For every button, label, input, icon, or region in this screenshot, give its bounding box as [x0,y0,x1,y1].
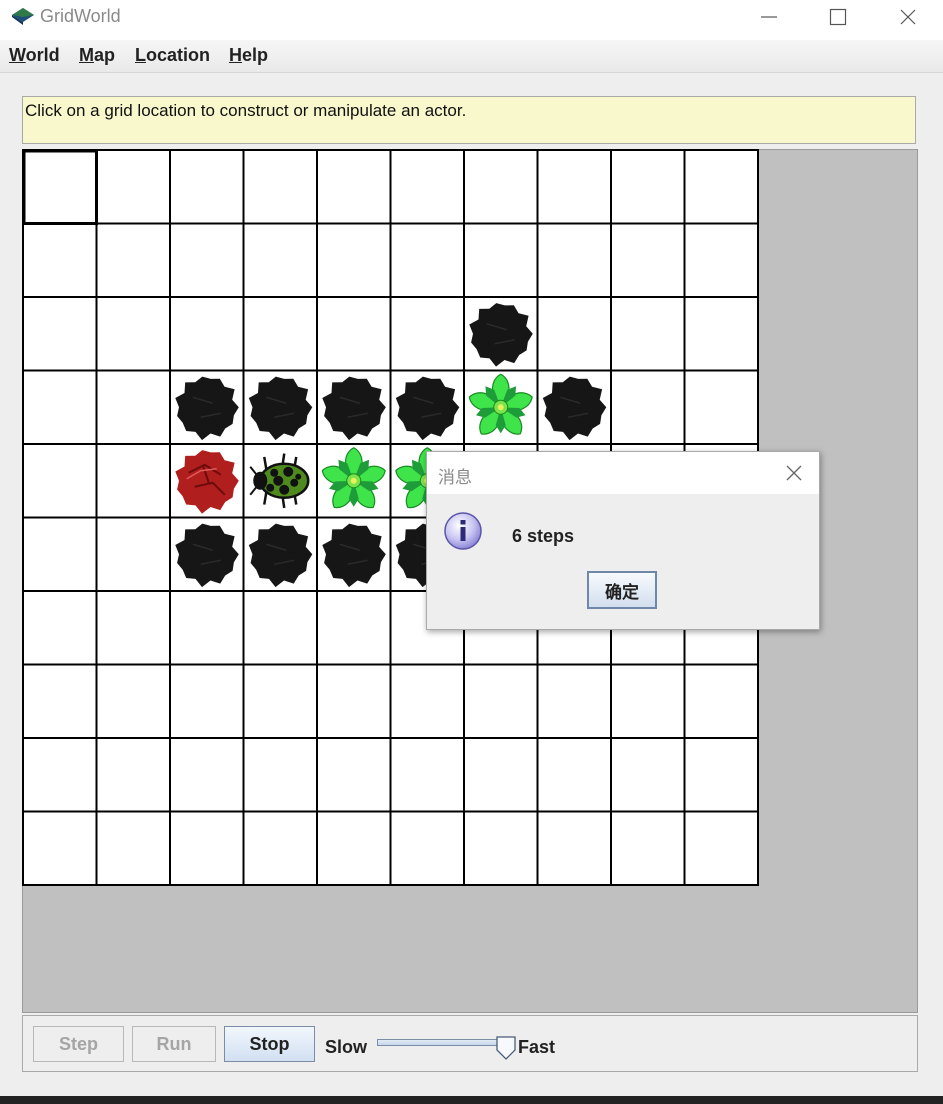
menu-world[interactable]: World [9,45,60,66]
message-bar: Click on a grid location to construct or… [22,96,916,144]
control-panel: Step Run Stop Slow Fast [22,1015,918,1072]
maximize-icon [829,8,847,26]
message-text: Click on a grid location to construct or… [25,101,467,120]
close-icon [900,9,916,25]
dialog-title-bar: 消息 [427,452,819,494]
menu-map[interactable]: Map [79,45,115,66]
minimize-icon [761,16,777,18]
dialog-close-icon[interactable] [783,462,805,484]
slow-label: Slow [325,1037,368,1057]
message-dialog: 消息 6 steps 确定 [426,451,820,630]
step-button[interactable]: Step [33,1026,124,1062]
maximize-button[interactable] [815,2,861,32]
dialog-title: 消息 [438,468,472,488]
menu-help[interactable]: Help [229,45,268,66]
gridworld-diamond-icon [12,8,34,25]
menu-bar: World Map Location Help [0,40,943,73]
title-bar: GridWorld [0,0,943,36]
taskbar-edge [0,1096,943,1104]
minimize-button[interactable] [746,2,792,32]
speed-slider[interactable] [377,1039,513,1046]
speed-slider-thumb[interactable] [495,1036,517,1060]
menu-location[interactable]: Location [135,45,210,66]
dialog-message: 6 steps [512,526,575,546]
window-title: GridWorld [40,6,121,26]
run-button[interactable]: Run [132,1026,216,1062]
info-icon [444,512,482,550]
fast-label: Fast [518,1037,556,1057]
ok-button[interactable]: 确定 [587,571,657,609]
close-window-button[interactable] [885,2,931,32]
stop-button[interactable]: Stop [224,1026,315,1062]
